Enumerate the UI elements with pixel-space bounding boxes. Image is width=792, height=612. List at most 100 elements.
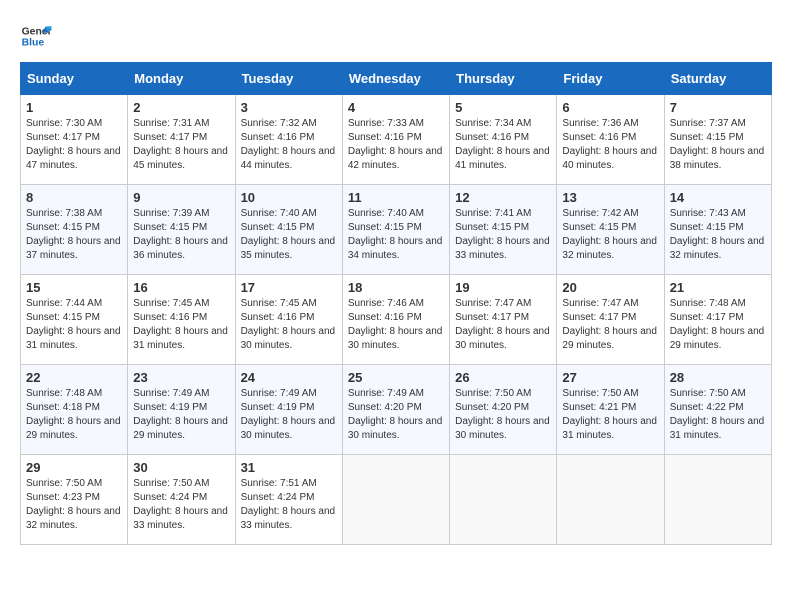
calendar-cell: 16 Sunrise: 7:45 AMSunset: 4:16 PMDayligh… [128, 275, 235, 365]
day-info: Sunrise: 7:43 AMSunset: 4:15 PMDaylight:… [670, 207, 766, 263]
calendar-cell: 29 Sunrise: 7:50 AMSunset: 4:23 PMDayligh… [21, 455, 128, 545]
day-info: Sunrise: 7:50 AMSunset: 4:22 PMDaylight:… [670, 387, 766, 443]
calendar-cell: 25 Sunrise: 7:49 AMSunset: 4:20 PMDayligh… [342, 365, 449, 455]
calendar-cell: 5 Sunrise: 7:34 AMSunset: 4:16 PMDaylight… [450, 95, 557, 185]
day-number: 28 [670, 370, 766, 385]
day-info: Sunrise: 7:50 AMSunset: 4:23 PMDaylight:… [26, 477, 122, 533]
weekday-tuesday: Tuesday [235, 63, 342, 95]
day-info: Sunrise: 7:41 AMSunset: 4:15 PMDaylight:… [455, 207, 551, 263]
day-info: Sunrise: 7:48 AMSunset: 4:18 PMDaylight:… [26, 387, 122, 443]
calendar-cell: 8Sunrise: 7:38 AMSunset: 4:15 PMDaylight… [21, 185, 128, 275]
calendar-body: 1 Sunrise: 7:30 AMSunset: 4:17 PMDaylight… [21, 95, 772, 545]
weekday-thursday: Thursday [450, 63, 557, 95]
calendar-cell: 11 Sunrise: 7:40 AMSunset: 4:15 PMDayligh… [342, 185, 449, 275]
day-info: Sunrise: 7:34 AMSunset: 4:16 PMDaylight:… [455, 117, 551, 173]
svg-text:Blue: Blue [22, 38, 45, 49]
calendar-cell: 3Sunrise: 7:32 AMSunset: 4:16 PMDaylight… [235, 95, 342, 185]
day-info: Sunrise: 7:50 AMSunset: 4:20 PMDaylight:… [455, 387, 551, 443]
day-info: Sunrise: 7:45 AMSunset: 4:16 PMDaylight:… [133, 297, 229, 353]
day-info: Sunrise: 7:39 AMSunset: 4:15 PMDaylight:… [133, 207, 229, 263]
day-info: Sunrise: 7:46 AMSunset: 4:16 PMDaylight:… [348, 297, 444, 353]
logo-icon: General Blue [20, 20, 52, 52]
day-number: 24 [241, 370, 337, 385]
logo: General Blue [20, 20, 56, 52]
day-info: Sunrise: 7:40 AMSunset: 4:15 PMDaylight:… [348, 207, 444, 263]
calendar-cell: 22 Sunrise: 7:48 AMSunset: 4:18 PMDayligh… [21, 365, 128, 455]
day-number: 22 [26, 370, 122, 385]
weekday-friday: Friday [557, 63, 664, 95]
day-info: Sunrise: 7:37 AMSunset: 4:15 PMDaylight:… [670, 117, 766, 173]
day-number: 11 [348, 190, 444, 205]
calendar-cell: 13Sunrise: 7:42 AMSunset: 4:15 PMDayligh… [557, 185, 664, 275]
day-number: 17 [241, 280, 337, 295]
page-header: General Blue [20, 20, 772, 52]
day-number: 5 [455, 100, 551, 115]
calendar-cell: 21 Sunrise: 7:48 AMSunset: 4:17 PMDayligh… [664, 275, 771, 365]
day-number: 25 [348, 370, 444, 385]
day-number: 4 [348, 100, 444, 115]
day-number: 2 [133, 100, 229, 115]
day-number: 15 [26, 280, 122, 295]
week-row-1: 8Sunrise: 7:38 AMSunset: 4:15 PMDaylight… [21, 185, 772, 275]
day-number: 6 [562, 100, 658, 115]
calendar-cell [557, 455, 664, 545]
calendar-cell: 26 Sunrise: 7:50 AMSunset: 4:20 PMDayligh… [450, 365, 557, 455]
day-number: 23 [133, 370, 229, 385]
week-row-4: 29 Sunrise: 7:50 AMSunset: 4:23 PMDayligh… [21, 455, 772, 545]
calendar-cell [664, 455, 771, 545]
day-number: 21 [670, 280, 766, 295]
day-info: Sunrise: 7:36 AMSunset: 4:16 PMDaylight:… [562, 117, 658, 173]
calendar-table: SundayMondayTuesdayWednesdayThursdayFrid… [20, 62, 772, 545]
calendar-cell: 23 Sunrise: 7:49 AMSunset: 4:19 PMDayligh… [128, 365, 235, 455]
calendar-cell [342, 455, 449, 545]
day-info: Sunrise: 7:33 AMSunset: 4:16 PMDaylight:… [348, 117, 444, 173]
calendar-cell: 15 Sunrise: 7:44 AMSunset: 4:15 PMDayligh… [21, 275, 128, 365]
calendar-cell: 19Sunrise: 7:47 AMSunset: 4:17 PMDayligh… [450, 275, 557, 365]
calendar-cell: 20 Sunrise: 7:47 AMSunset: 4:17 PMDayligh… [557, 275, 664, 365]
calendar-cell: 24 Sunrise: 7:49 AMSunset: 4:19 PMDayligh… [235, 365, 342, 455]
day-number: 26 [455, 370, 551, 385]
day-number: 8 [26, 190, 122, 205]
calendar-cell: 4 Sunrise: 7:33 AMSunset: 4:16 PMDaylight… [342, 95, 449, 185]
weekday-header-row: SundayMondayTuesdayWednesdayThursdayFrid… [21, 63, 772, 95]
day-number: 14 [670, 190, 766, 205]
day-number: 3 [241, 100, 337, 115]
day-info: Sunrise: 7:51 AMSunset: 4:24 PMDaylight:… [241, 477, 337, 533]
week-row-2: 15 Sunrise: 7:44 AMSunset: 4:15 PMDayligh… [21, 275, 772, 365]
day-info: Sunrise: 7:50 AMSunset: 4:21 PMDaylight:… [562, 387, 658, 443]
week-row-0: 1 Sunrise: 7:30 AMSunset: 4:17 PMDaylight… [21, 95, 772, 185]
day-info: Sunrise: 7:49 AMSunset: 4:19 PMDaylight:… [241, 387, 337, 443]
calendar-cell: 27 Sunrise: 7:50 AMSunset: 4:21 PMDayligh… [557, 365, 664, 455]
day-info: Sunrise: 7:42 AMSunset: 4:15 PMDaylight:… [562, 207, 658, 263]
calendar-cell: 7Sunrise: 7:37 AMSunset: 4:15 PMDaylight… [664, 95, 771, 185]
calendar-cell: 17Sunrise: 7:45 AMSunset: 4:16 PMDayligh… [235, 275, 342, 365]
day-number: 1 [26, 100, 122, 115]
calendar-cell [450, 455, 557, 545]
week-row-3: 22 Sunrise: 7:48 AMSunset: 4:18 PMDayligh… [21, 365, 772, 455]
calendar-cell: 1 Sunrise: 7:30 AMSunset: 4:17 PMDaylight… [21, 95, 128, 185]
day-number: 29 [26, 460, 122, 475]
day-number: 20 [562, 280, 658, 295]
day-number: 10 [241, 190, 337, 205]
day-info: Sunrise: 7:31 AMSunset: 4:17 PMDaylight:… [133, 117, 229, 173]
calendar-cell: 12Sunrise: 7:41 AMSunset: 4:15 PMDayligh… [450, 185, 557, 275]
calendar-cell: 31Sunrise: 7:51 AMSunset: 4:24 PMDayligh… [235, 455, 342, 545]
day-info: Sunrise: 7:30 AMSunset: 4:17 PMDaylight:… [26, 117, 122, 173]
calendar-cell: 28 Sunrise: 7:50 AMSunset: 4:22 PMDayligh… [664, 365, 771, 455]
day-info: Sunrise: 7:47 AMSunset: 4:17 PMDaylight:… [562, 297, 658, 353]
day-info: Sunrise: 7:49 AMSunset: 4:19 PMDaylight:… [133, 387, 229, 443]
day-number: 27 [562, 370, 658, 385]
day-info: Sunrise: 7:49 AMSunset: 4:20 PMDaylight:… [348, 387, 444, 443]
weekday-monday: Monday [128, 63, 235, 95]
day-info: Sunrise: 7:44 AMSunset: 4:15 PMDaylight:… [26, 297, 122, 353]
day-info: Sunrise: 7:40 AMSunset: 4:15 PMDaylight:… [241, 207, 337, 263]
calendar-cell: 18Sunrise: 7:46 AMSunset: 4:16 PMDayligh… [342, 275, 449, 365]
calendar-cell: 9Sunrise: 7:39 AMSunset: 4:15 PMDaylight… [128, 185, 235, 275]
calendar-cell: 6 Sunrise: 7:36 AMSunset: 4:16 PMDaylight… [557, 95, 664, 185]
day-info: Sunrise: 7:48 AMSunset: 4:17 PMDaylight:… [670, 297, 766, 353]
calendar-cell: 14 Sunrise: 7:43 AMSunset: 4:15 PMDayligh… [664, 185, 771, 275]
calendar-cell: 30Sunrise: 7:50 AMSunset: 4:24 PMDayligh… [128, 455, 235, 545]
day-number: 30 [133, 460, 229, 475]
weekday-sunday: Sunday [21, 63, 128, 95]
day-number: 16 [133, 280, 229, 295]
